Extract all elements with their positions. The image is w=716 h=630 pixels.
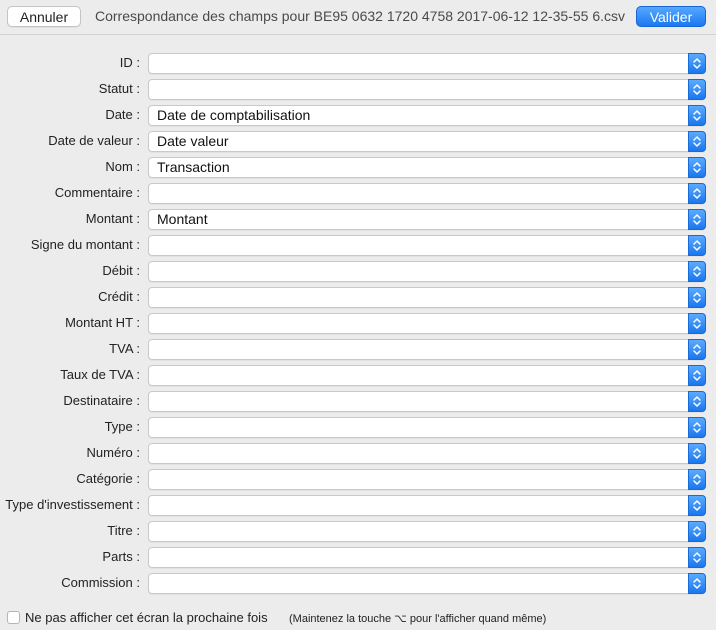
field-column-select[interactable] xyxy=(148,417,706,438)
field-row: Date de valeur : Date valeur xyxy=(0,128,716,154)
select-value: Date valeur xyxy=(157,133,229,149)
field-label: ID : xyxy=(119,55,140,70)
up-down-chevron-icon[interactable] xyxy=(688,79,706,100)
field-label: Parts : xyxy=(102,549,140,564)
up-down-chevron-icon[interactable] xyxy=(688,131,706,152)
field-label: Signe du montant : xyxy=(30,237,140,252)
field-column-select[interactable] xyxy=(148,183,706,204)
up-down-chevron-icon[interactable] xyxy=(688,235,706,256)
field-row: TVA : xyxy=(0,336,716,362)
field-column-select[interactable]: Date valeur xyxy=(148,131,706,152)
select-value: Transaction xyxy=(157,159,230,175)
field-row: Parts : xyxy=(0,544,716,570)
field-column-select[interactable] xyxy=(148,365,706,386)
field-label: Date de valeur : xyxy=(48,133,140,148)
up-down-chevron-icon[interactable] xyxy=(688,261,706,282)
field-row: Date : Date de comptabilisation xyxy=(0,102,716,128)
field-column-select[interactable] xyxy=(148,339,706,360)
field-label: Montant : xyxy=(85,211,140,226)
field-label: Destinataire : xyxy=(63,393,140,408)
field-column-select[interactable] xyxy=(148,495,706,516)
up-down-chevron-icon[interactable] xyxy=(688,547,706,568)
field-column-select[interactable] xyxy=(148,287,706,308)
field-label: Type d'investissement : xyxy=(5,497,140,512)
field-row: Destinataire : xyxy=(0,388,716,414)
dont-show-again-label[interactable]: Ne pas afficher cet écran la prochaine f… xyxy=(25,609,268,627)
field-column-select[interactable] xyxy=(148,391,706,412)
field-label: Débit : xyxy=(102,263,140,278)
field-label: Montant HT : xyxy=(65,315,140,330)
up-down-chevron-icon[interactable] xyxy=(688,157,706,178)
up-down-chevron-icon[interactable] xyxy=(688,521,706,542)
field-label: Catégorie : xyxy=(76,471,140,486)
field-label: Taux de TVA : xyxy=(60,367,140,382)
up-down-chevron-icon[interactable] xyxy=(688,209,706,230)
field-row: Taux de TVA : xyxy=(0,362,716,388)
field-label: Titre : xyxy=(107,523,140,538)
field-column-select[interactable] xyxy=(148,547,706,568)
field-label: TVA : xyxy=(109,341,140,356)
field-label: Type : xyxy=(104,419,140,434)
field-label: Nom : xyxy=(105,159,140,174)
field-column-select[interactable] xyxy=(148,469,706,490)
field-column-select[interactable] xyxy=(148,521,706,542)
field-row: Type d'investissement : xyxy=(0,492,716,518)
up-down-chevron-icon[interactable] xyxy=(688,365,706,386)
field-row: Numéro : xyxy=(0,440,716,466)
select-value: Montant xyxy=(157,211,208,227)
up-down-chevron-icon[interactable] xyxy=(688,417,706,438)
field-column-select[interactable]: Transaction xyxy=(148,157,706,178)
dont-show-again-checkbox[interactable] xyxy=(7,611,20,624)
up-down-chevron-icon[interactable] xyxy=(688,183,706,204)
field-column-select[interactable] xyxy=(148,79,706,100)
field-label: Crédit : xyxy=(98,289,140,304)
field-row: Commentaire : xyxy=(0,180,716,206)
up-down-chevron-icon[interactable] xyxy=(688,495,706,516)
up-down-chevron-icon[interactable] xyxy=(688,339,706,360)
field-column-select[interactable]: Date de comptabilisation xyxy=(148,105,706,126)
field-label: Numéro : xyxy=(86,445,140,460)
field-label: Commission : xyxy=(61,575,140,590)
field-mapping-form: ID : Statut : Date : Date de comptabilisati… xyxy=(0,50,716,596)
field-row: Signe du montant : xyxy=(0,232,716,258)
field-column-select[interactable] xyxy=(148,313,706,334)
field-row: Catégorie : xyxy=(0,466,716,492)
field-row: Titre : xyxy=(0,518,716,544)
up-down-chevron-icon[interactable] xyxy=(688,105,706,126)
field-label: Statut : xyxy=(98,81,140,96)
up-down-chevron-icon[interactable] xyxy=(688,53,706,74)
field-row: Montant HT : xyxy=(0,310,716,336)
dialog-title: Correspondance des champs pour BE95 0632… xyxy=(94,8,626,24)
field-column-select[interactable] xyxy=(148,53,706,74)
field-label: Commentaire : xyxy=(54,185,140,200)
up-down-chevron-icon[interactable] xyxy=(688,469,706,490)
field-column-select[interactable] xyxy=(148,235,706,256)
field-row: Statut : xyxy=(0,76,716,102)
up-down-chevron-icon[interactable] xyxy=(688,313,706,334)
field-row: Montant : Montant xyxy=(0,206,716,232)
cancel-button[interactable]: Annuler xyxy=(7,6,81,27)
field-row: Crédit : xyxy=(0,284,716,310)
up-down-chevron-icon[interactable] xyxy=(688,443,706,464)
option-key-hint: (Maintenez la touche ⌥ pour l'afficher q… xyxy=(289,613,547,625)
field-row: Type : xyxy=(0,414,716,440)
up-down-chevron-icon[interactable] xyxy=(688,391,706,412)
field-row: Commission : xyxy=(0,570,716,596)
field-column-select[interactable] xyxy=(148,261,706,282)
select-value: Date de comptabilisation xyxy=(157,107,311,123)
field-label: Date : xyxy=(105,107,140,122)
field-column-select[interactable] xyxy=(148,573,706,594)
field-column-select[interactable] xyxy=(148,443,706,464)
up-down-chevron-icon[interactable] xyxy=(688,287,706,308)
up-down-chevron-icon[interactable] xyxy=(688,573,706,594)
field-column-select[interactable]: Montant xyxy=(148,209,706,230)
validate-button[interactable]: Valider xyxy=(636,6,706,27)
footer: Ne pas afficher cet écran la prochaine f… xyxy=(0,607,716,629)
toolbar: Annuler Correspondance des champs pour B… xyxy=(0,0,716,35)
field-row: Nom : Transaction xyxy=(0,154,716,180)
field-row: ID : xyxy=(0,50,716,76)
field-row: Débit : xyxy=(0,258,716,284)
